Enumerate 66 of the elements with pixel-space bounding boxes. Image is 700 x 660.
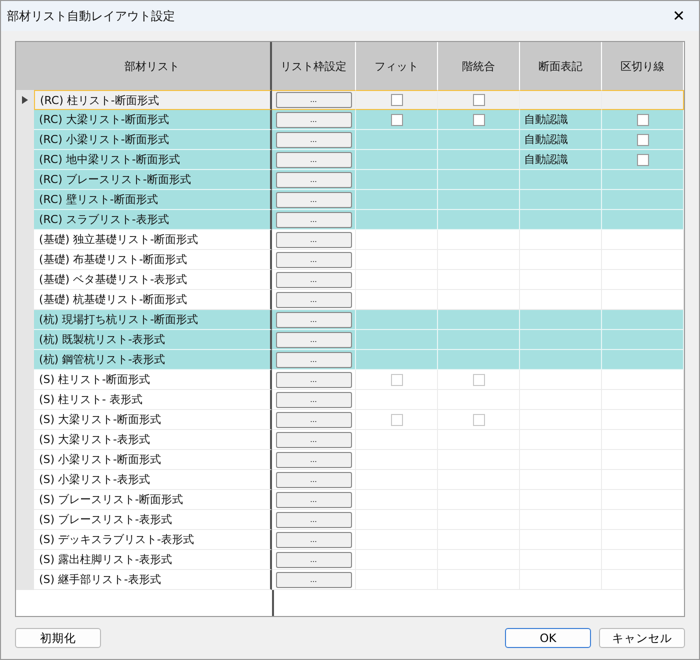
row-pointer-icon	[22, 96, 28, 104]
reset-button[interactable]: 初期化	[15, 628, 101, 648]
table-cell: 自動認識	[520, 110, 602, 130]
checkbox[interactable]	[390, 94, 402, 106]
checkbox[interactable]	[390, 114, 402, 126]
ok-button[interactable]: OK	[505, 628, 591, 648]
frame-settings-button[interactable]: ...	[276, 112, 352, 128]
table-cell: (杭) 鋼管杭リスト-表形式	[34, 350, 272, 370]
close-button[interactable]: ✕	[659, 1, 699, 31]
table-cell: (RC) 大梁リスト-断面形式	[34, 110, 272, 130]
table-cell: (RC) スラブリスト-表形式	[34, 210, 272, 230]
table-cell: (RC) 地中梁リスト-断面形式	[34, 150, 272, 170]
frame-settings-button[interactable]: ...	[276, 132, 352, 148]
frame-settings-button[interactable]: ...	[276, 332, 352, 348]
table-cell: (S) 小梁リスト-表形式	[34, 470, 272, 490]
frame-settings-button[interactable]: ...	[276, 172, 352, 188]
frame-settings-button[interactable]: ...	[276, 232, 352, 248]
table-cell: (基礎) 独立基礎リスト-断面形式	[34, 230, 272, 250]
cancel-button[interactable]: キャンセル	[599, 628, 685, 648]
checkbox[interactable]	[472, 94, 484, 106]
table-cell: (基礎) 布基礎リスト-断面形式	[34, 250, 272, 270]
frame-settings-button[interactable]: ...	[276, 552, 352, 568]
table-cell: 自動認識	[520, 150, 602, 170]
window-title: 部材リスト自動レイアウト設定	[7, 8, 176, 24]
frame-settings-button[interactable]: ...	[276, 412, 352, 428]
table-cell: (RC) ブレースリスト-断面形式	[34, 170, 272, 190]
frame-settings-button[interactable]: ...	[276, 452, 352, 468]
table-cell: (S) 大梁リスト-断面形式	[34, 410, 272, 430]
checkbox[interactable]	[472, 114, 484, 126]
table-cell: (RC) 小梁リスト-断面形式	[34, 130, 272, 150]
table-cell: (S) 継手部リスト-表形式	[34, 570, 272, 590]
checkbox[interactable]	[636, 154, 648, 166]
table-cell: (S) ブレースリスト-断面形式	[34, 490, 272, 510]
frame-settings-button[interactable]: ...	[276, 432, 352, 448]
table-cell: (杭) 現場打ち杭リスト-断面形式	[34, 310, 272, 330]
frame-settings-button[interactable]: ...	[276, 292, 352, 308]
table-cell: (基礎) ベタ基礎リスト-表形式	[34, 270, 272, 290]
table-cell: (RC) 壁リスト-断面形式	[34, 190, 272, 210]
frame-settings-button[interactable]: ...	[276, 252, 352, 268]
frame-settings-button[interactable]: ...	[276, 532, 352, 548]
frame-settings-button[interactable]: ...	[276, 492, 352, 508]
table-cell: (S) ブレースリスト-表形式	[34, 510, 272, 530]
table-cell: (S) 露出柱脚リスト-表形式	[34, 550, 272, 570]
frame-settings-button[interactable]: ...	[276, 92, 352, 108]
frame-settings-button[interactable]: ...	[276, 312, 352, 328]
frame-settings-button[interactable]: ...	[276, 572, 352, 588]
checkbox[interactable]	[636, 134, 648, 146]
table-cell: (S) 大梁リスト-表形式	[34, 430, 272, 450]
frame-settings-button[interactable]: ...	[276, 272, 352, 288]
checkbox[interactable]	[636, 114, 648, 126]
table-cell: 自動認識	[520, 130, 602, 150]
table-cell: (S) 小梁リスト-断面形式	[34, 450, 272, 470]
frame-settings-button[interactable]: ...	[276, 472, 352, 488]
frame-settings-button[interactable]: ...	[276, 372, 352, 388]
row-header[interactable]	[16, 90, 34, 110]
frame-settings-button[interactable]: ...	[276, 352, 352, 368]
table-cell: (S) 柱リスト- 表形式	[34, 390, 272, 410]
table-cell: (杭) 既製杭リスト-表形式	[34, 330, 272, 350]
frame-settings-button[interactable]: ...	[276, 192, 352, 208]
frame-settings-button[interactable]: ...	[276, 392, 352, 408]
frame-settings-button[interactable]: ...	[276, 212, 352, 228]
table-cell: (S) デッキスラブリスト-表形式	[34, 530, 272, 550]
frame-settings-button[interactable]: ...	[276, 512, 352, 528]
table-cell: (S) 柱リスト-断面形式	[34, 370, 272, 390]
frame-settings-button[interactable]: ...	[276, 152, 352, 168]
table-cell: (RC) 柱リスト-断面形式	[34, 90, 272, 110]
